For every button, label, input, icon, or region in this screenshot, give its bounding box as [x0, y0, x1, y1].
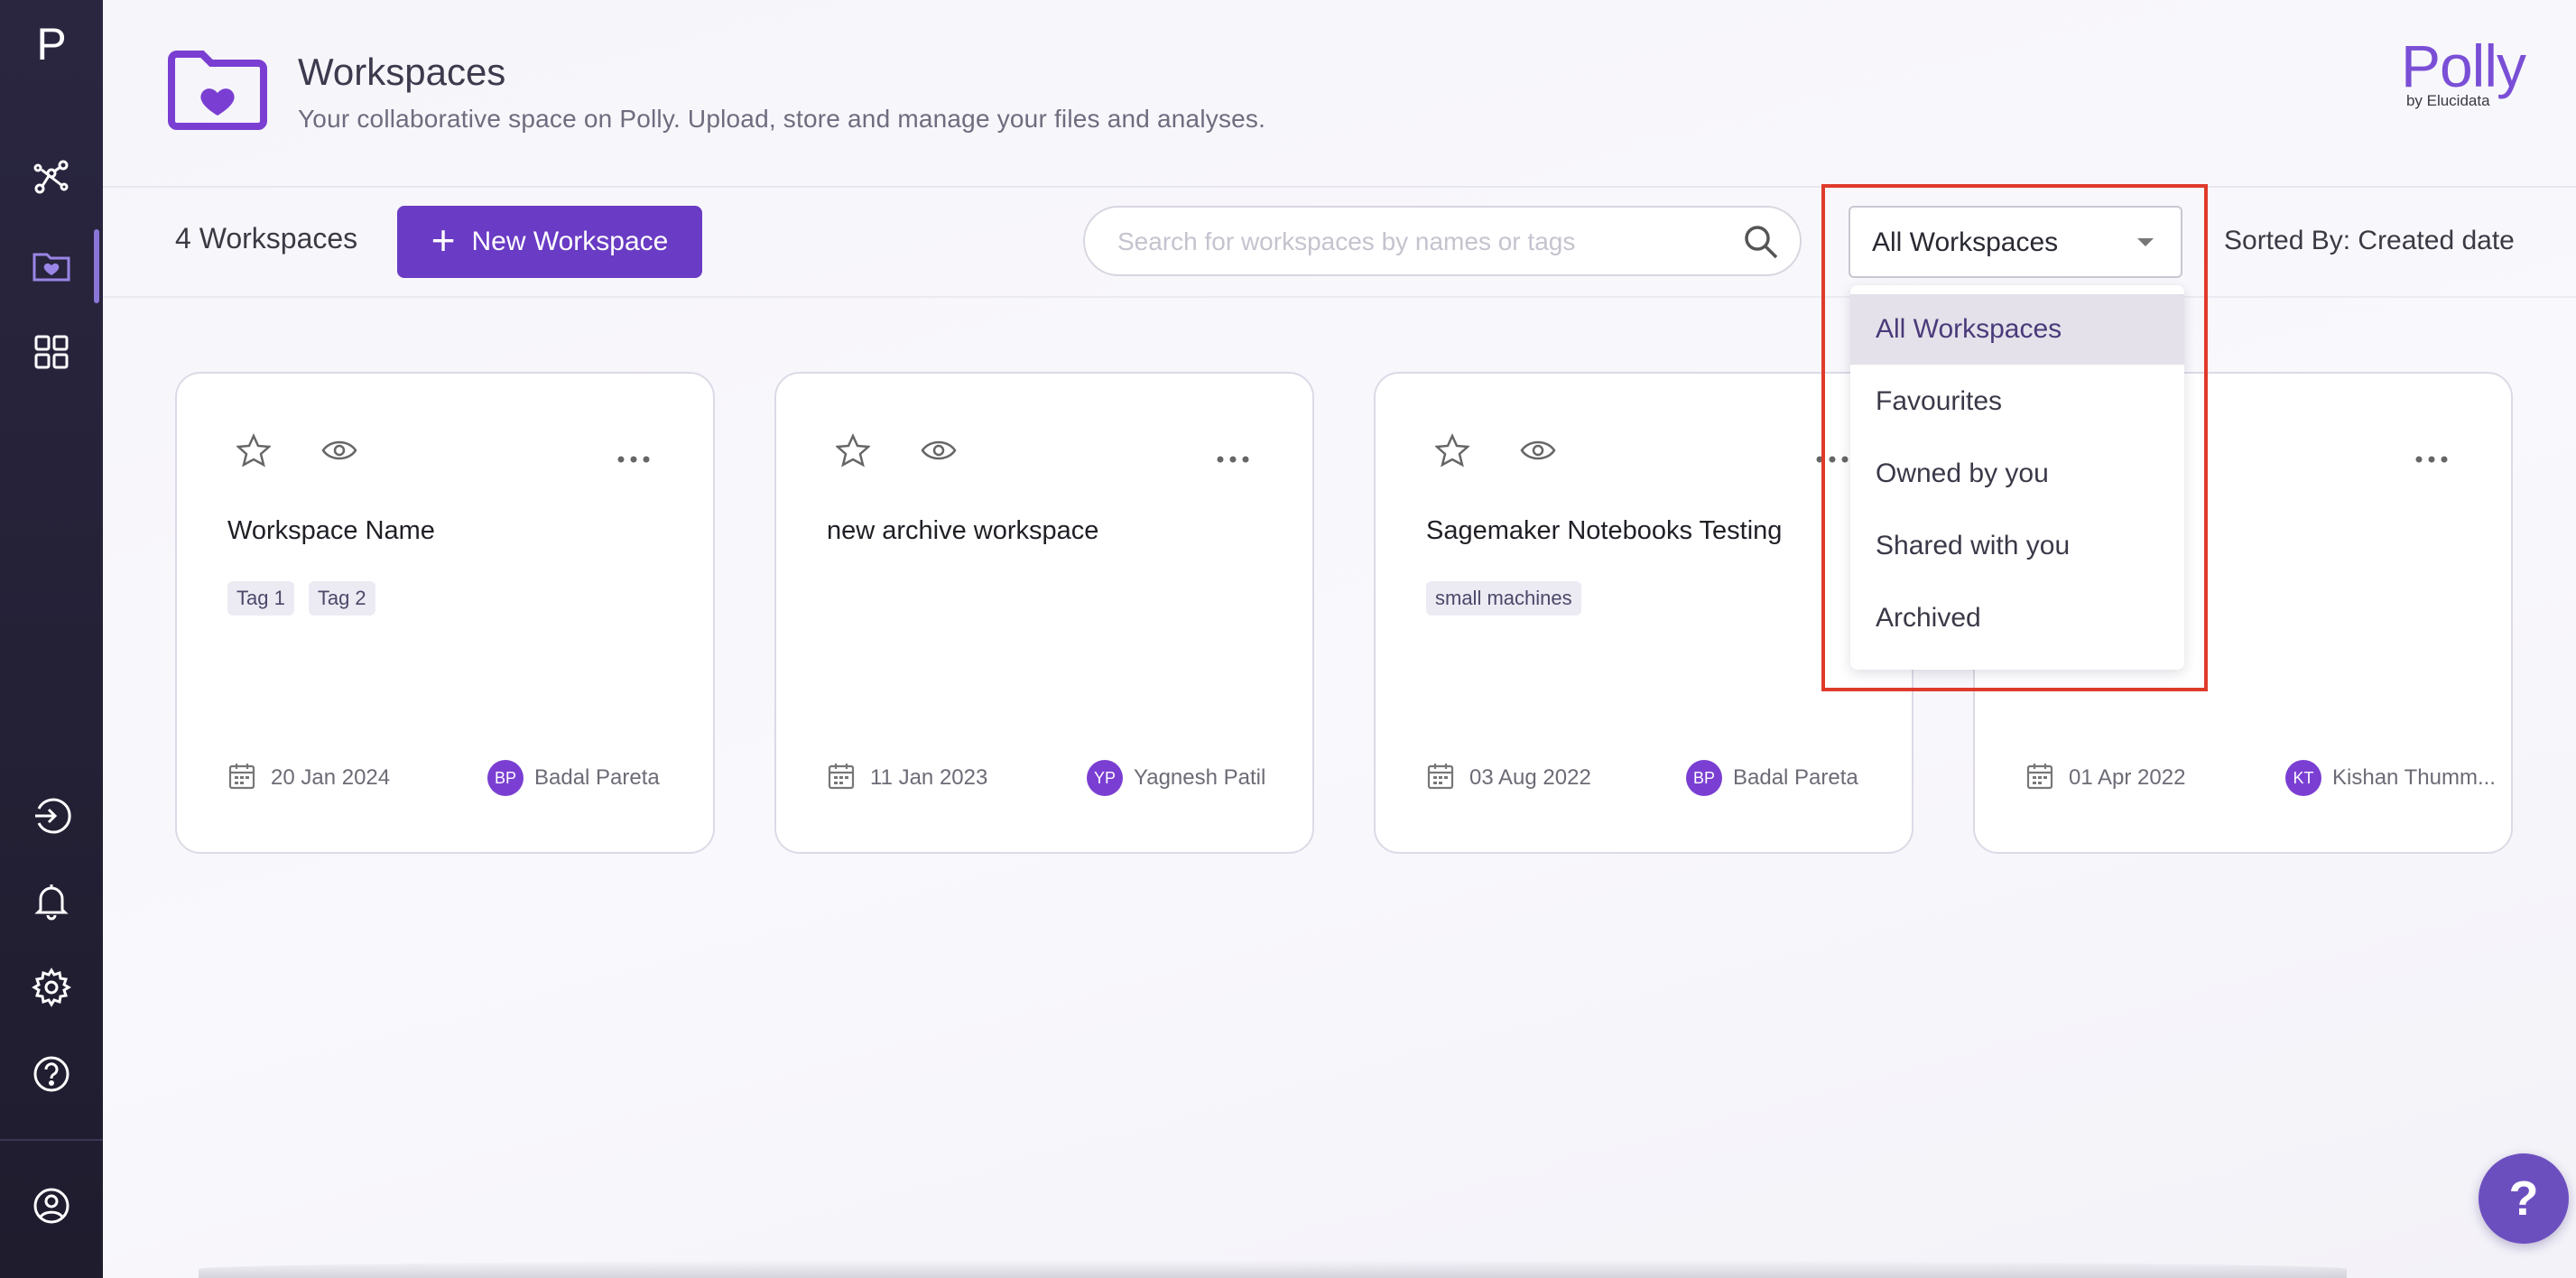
- eye-icon[interactable]: [921, 439, 957, 466]
- filter-option-all-workspaces[interactable]: All Workspaces: [1850, 294, 2184, 365]
- card-title: Workspace Name: [227, 516, 435, 545]
- star-icon[interactable]: [1433, 432, 1471, 471]
- search-input[interactable]: [1116, 208, 1733, 276]
- chevron-down-icon: [2137, 238, 2154, 246]
- calendar-icon: [2025, 762, 2054, 794]
- tag[interactable]: Tag 1: [227, 581, 294, 616]
- bottom-shadow: [199, 1260, 2347, 1278]
- workspace-card[interactable]: new archive workspace 11 Jan 2023 YP Yag…: [774, 372, 1314, 854]
- card-date: 03 Aug 2022: [1469, 765, 1591, 790]
- card-date: 01 Apr 2022: [2069, 765, 2186, 790]
- tag[interactable]: Tag 2: [308, 581, 375, 616]
- more-options-icon[interactable]: [1816, 449, 1849, 467]
- plus-icon: +: [431, 217, 456, 264]
- card-date: 20 Jan 2024: [271, 765, 391, 790]
- card-tags: Tag 1 Tag 2: [227, 581, 375, 616]
- filter-option-favourites[interactable]: Favourites: [1850, 366, 2184, 437]
- page-subtitle: Your collaborative space on Polly. Uploa…: [298, 105, 1266, 133]
- eye-icon[interactable]: [1520, 439, 1556, 466]
- new-workspace-button[interactable]: + New Workspace: [397, 206, 702, 278]
- card-tags: small machines: [1426, 581, 1581, 616]
- tag[interactable]: small machines: [1426, 581, 1581, 616]
- more-options-icon[interactable]: [2415, 449, 2448, 467]
- gear-icon[interactable]: [24, 960, 79, 1014]
- search-box: [1083, 206, 1802, 276]
- header-divider: [103, 186, 2576, 188]
- toolbar-divider: [103, 296, 2576, 298]
- calendar-icon: [227, 762, 256, 794]
- user-circle-icon[interactable]: [24, 1179, 79, 1233]
- help-fab-button[interactable]: ?: [2479, 1153, 2569, 1244]
- workspace-card[interactable]: Workspace Name Tag 1 Tag 2 20 Jan 2024 B…: [175, 372, 715, 854]
- filter-option-shared-with-you[interactable]: Shared with you: [1850, 511, 2184, 581]
- card-owner: Badal Pareta: [534, 765, 660, 790]
- card-title: Sagemaker Notebooks Testing: [1426, 516, 1783, 545]
- brand-logo: Polly by Elucidata: [2400, 32, 2526, 110]
- page-title: Workspaces: [298, 51, 506, 93]
- avatar: BP: [1686, 760, 1722, 796]
- card-title: new archive workspace: [827, 516, 1099, 545]
- more-options-icon[interactable]: [617, 449, 650, 467]
- calendar-icon: [827, 762, 856, 794]
- star-icon[interactable]: [834, 432, 872, 471]
- workspace-count: 4 Workspaces: [175, 222, 358, 255]
- sidebar-divider: [0, 1139, 103, 1141]
- export-icon[interactable]: [24, 789, 79, 843]
- calendar-icon: [1426, 762, 1455, 794]
- avatar: KT: [2285, 760, 2321, 796]
- grid-icon[interactable]: [24, 325, 79, 379]
- workspace-folder-icon: [168, 47, 267, 134]
- new-workspace-label: New Workspace: [471, 227, 669, 256]
- filter-option-archived[interactable]: Archived: [1850, 583, 2184, 653]
- page-header: Workspaces Your collaborative space on P…: [103, 0, 2576, 186]
- sidebar-logo[interactable]: P: [0, 13, 103, 76]
- help-icon[interactable]: [24, 1047, 79, 1101]
- bell-icon[interactable]: [24, 874, 79, 928]
- card-owner: Badal Pareta: [1733, 765, 1858, 790]
- filter-selected-value: All Workspaces: [1872, 227, 2059, 257]
- workspace-filter-select[interactable]: All Workspaces: [1849, 206, 2182, 278]
- eye-icon[interactable]: [321, 439, 357, 466]
- sorted-by-label[interactable]: Sorted By: Created date: [2224, 226, 2515, 256]
- graph-icon[interactable]: [24, 150, 79, 204]
- avatar: BP: [487, 760, 524, 796]
- brand-name: Polly: [2400, 32, 2526, 99]
- folder-heart-icon[interactable]: [24, 238, 79, 292]
- card-owner: Kishan Thumm...: [2332, 765, 2496, 790]
- card-owner: Yagnesh Patil: [1134, 765, 1266, 790]
- filter-option-owned-by-you[interactable]: Owned by you: [1850, 439, 2184, 509]
- workspace-card[interactable]: Sagemaker Notebooks Testing small machin…: [1374, 372, 1913, 854]
- avatar: YP: [1087, 760, 1123, 796]
- sidebar: P: [0, 0, 103, 1278]
- star-icon[interactable]: [235, 432, 273, 471]
- sidebar-active-indicator: [94, 229, 99, 303]
- workspace-filter-menu: All Workspaces Favourites Owned by you S…: [1850, 285, 2184, 670]
- search-icon[interactable]: [1742, 223, 1780, 264]
- card-date: 11 Jan 2023: [870, 765, 988, 790]
- more-options-icon[interactable]: [1217, 449, 1249, 467]
